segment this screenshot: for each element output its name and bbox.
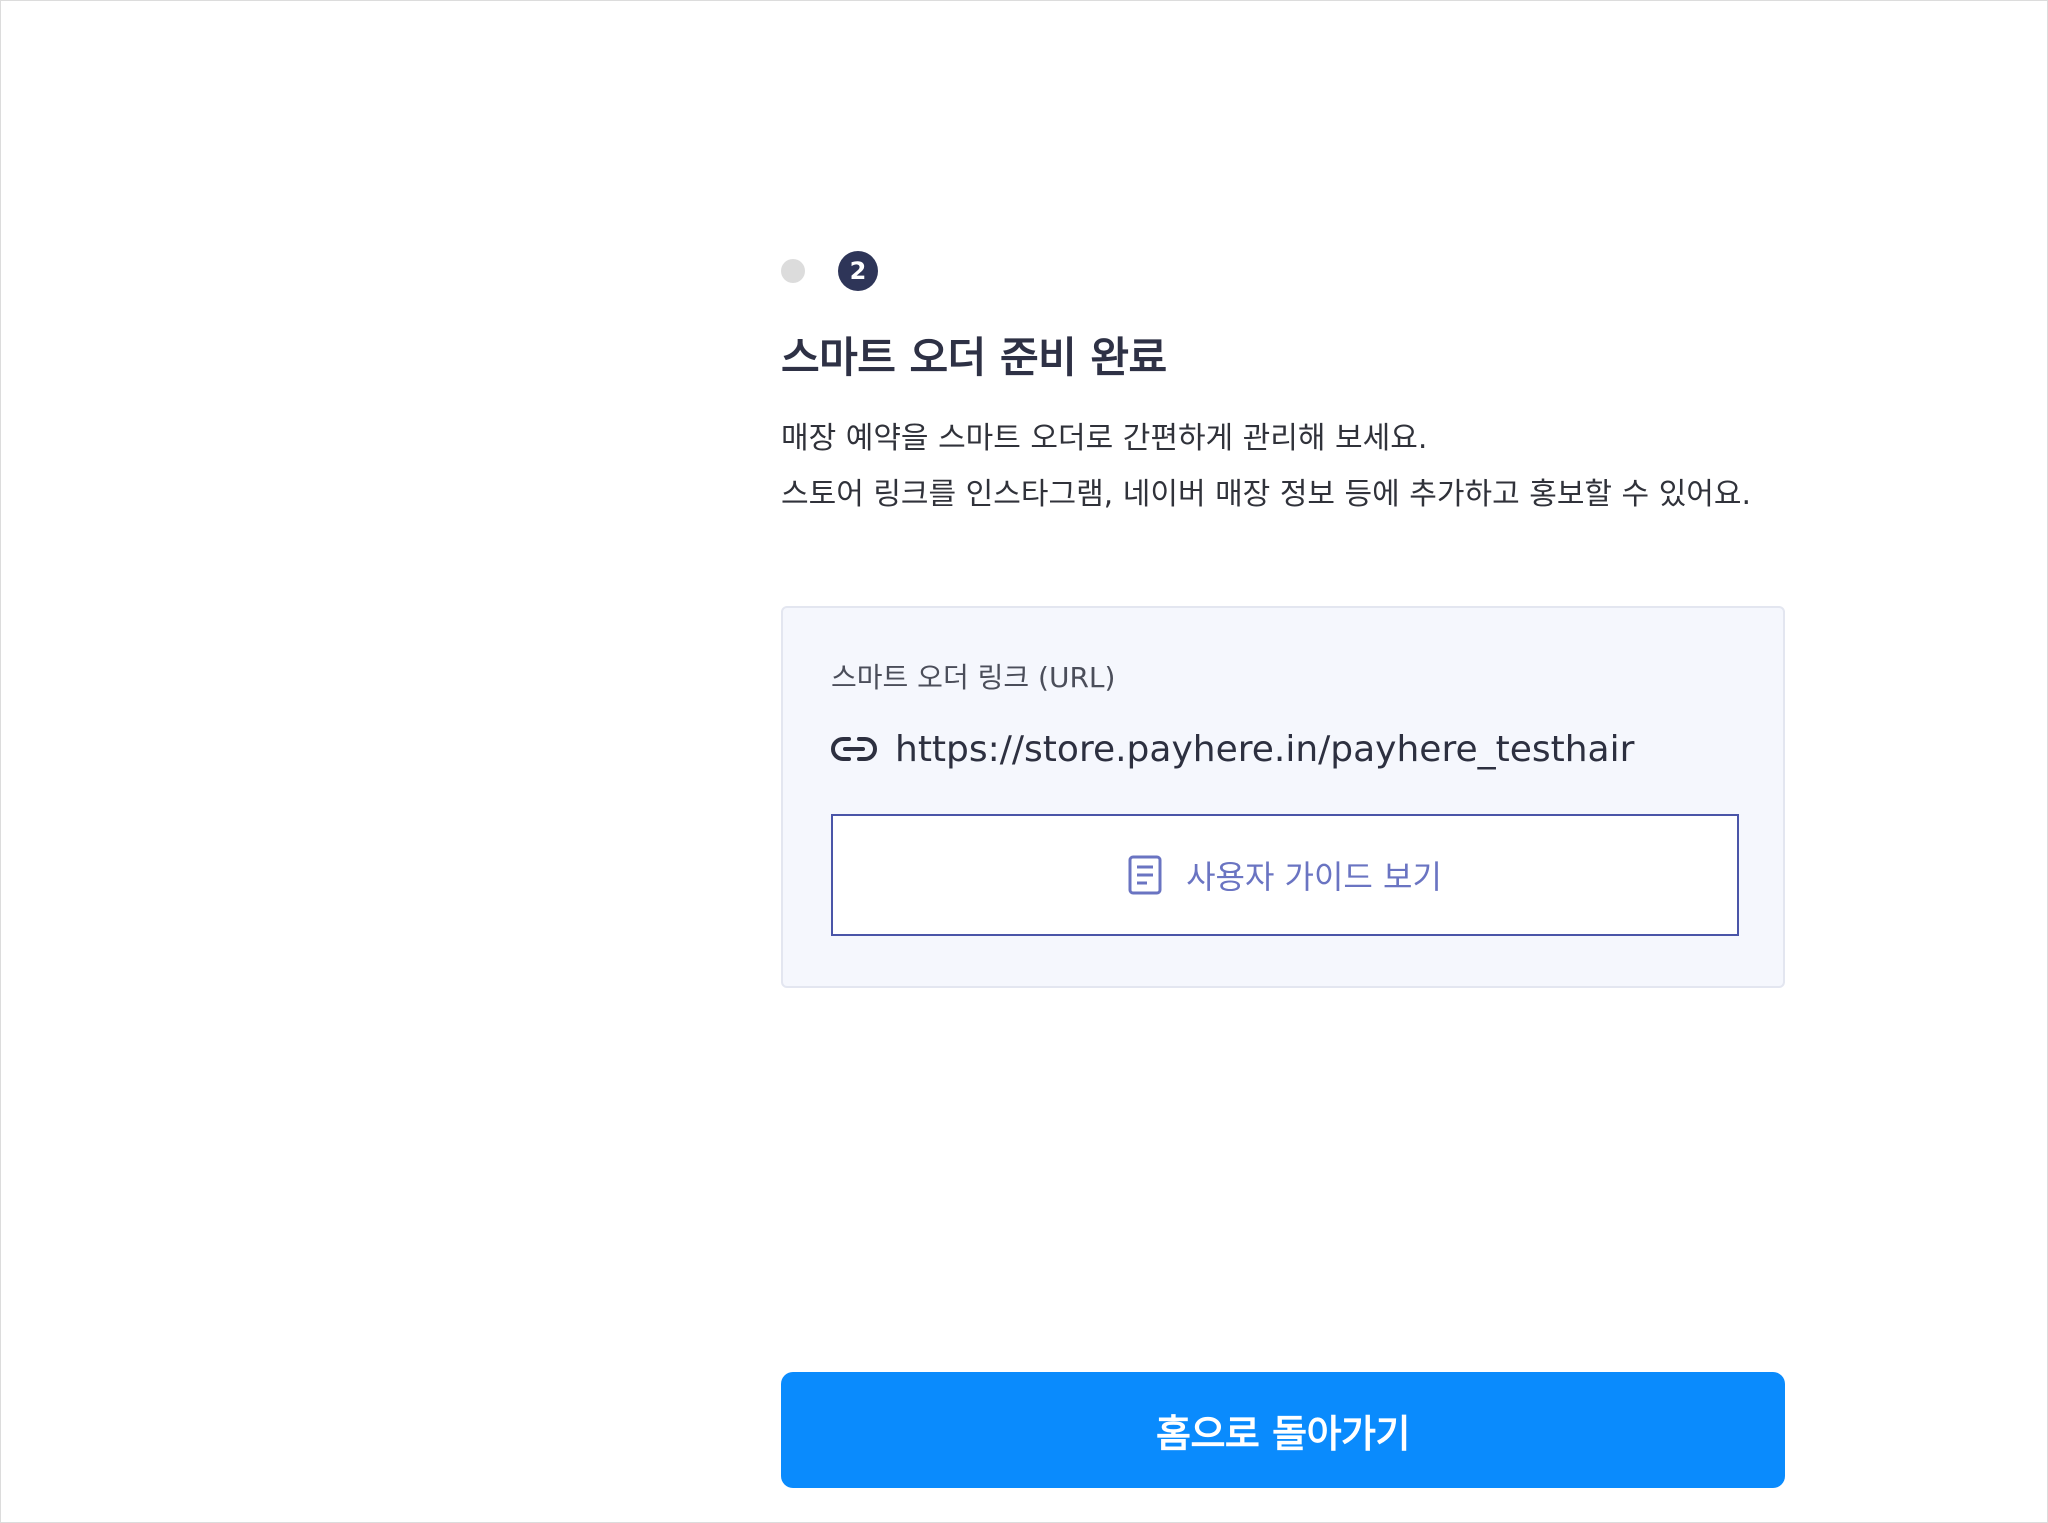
page-title: 스마트 오더 준비 완료: [781, 333, 1167, 382]
page-description: 매장 예약을 스마트 오더로 간편하게 관리해 보세요. 스토어 링크를 인스타…: [781, 411, 1785, 523]
description-line-2: 스토어 링크를 인스타그램, 네이버 매장 정보 등에 추가하고 홍보할 수 있…: [781, 477, 1752, 512]
store-link-url[interactable]: https://store.payhere.in/payhere_testhai…: [895, 729, 1634, 770]
link-icon: [831, 735, 877, 763]
user-guide-label: 사용자 가이드 보기: [1186, 858, 1442, 896]
link-row: https://store.payhere.in/payhere_testhai…: [831, 724, 1735, 774]
main-content: 2 스마트 오더 준비 완료 매장 예약을 스마트 오더로 간편하게 관리해 보…: [781, 250, 1785, 988]
document-icon: [1128, 855, 1162, 895]
link-label: 스마트 오더 링크 (URL): [831, 661, 1116, 694]
description-line-1: 매장 예약을 스마트 오더로 간편하게 관리해 보세요.: [781, 421, 1428, 456]
user-guide-button[interactable]: 사용자 가이드 보기: [831, 814, 1739, 936]
stepper: 2: [781, 250, 1785, 292]
smart-order-link-card: 스마트 오더 링크 (URL) https://store.payhere.in…: [781, 606, 1785, 988]
step-1-indicator: [781, 259, 805, 283]
back-to-home-button[interactable]: 홈으로 돌아가기: [781, 1372, 1785, 1488]
step-2-indicator: 2: [838, 251, 878, 291]
